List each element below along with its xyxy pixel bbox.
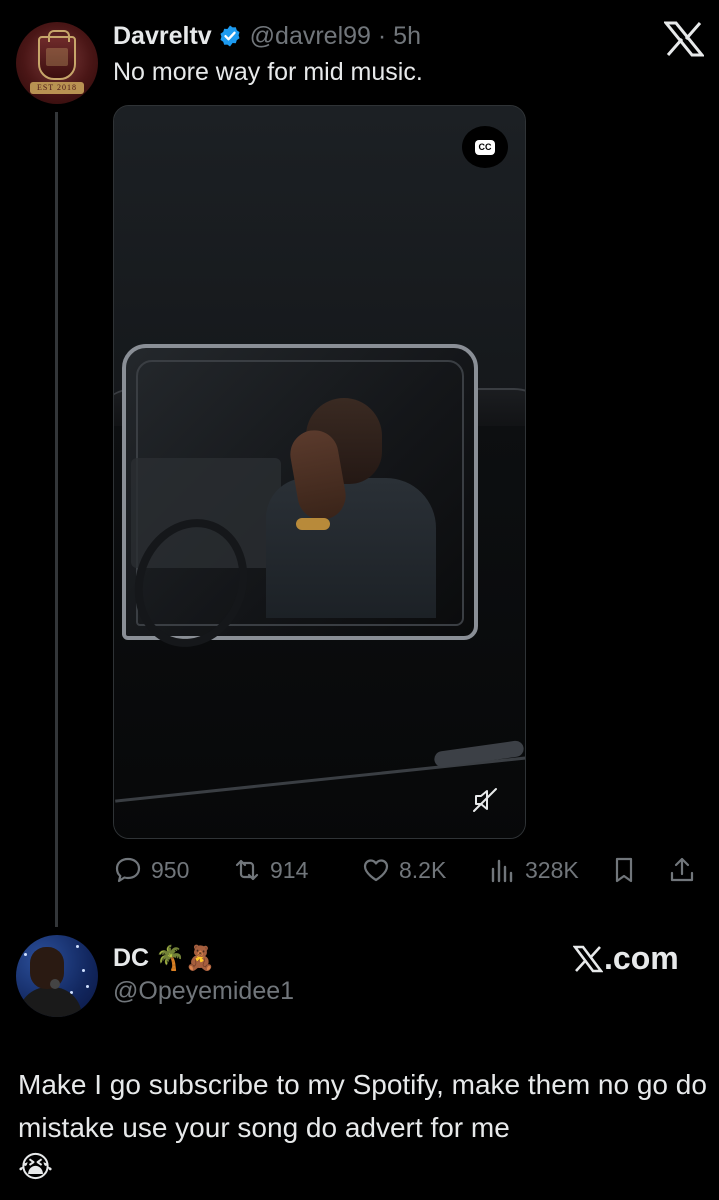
reply-author-avatar[interactable] [16,935,98,1017]
reply-author-handle[interactable]: @Opeyemidee1 [113,977,294,1006]
author-name[interactable]: Davreltv [113,22,212,51]
captions-button[interactable]: CC [462,126,508,168]
heart-icon [363,859,389,882]
repost-count: 914 [270,856,309,883]
cc-icon: CC [475,139,495,155]
reply-count: 950 [151,856,190,883]
reply-author-emojis: 🌴🧸 [155,944,215,972]
tweet-header: Davreltv @davrel99 · 5h [113,20,421,52]
reply-bubble-icon [115,857,141,883]
share-button[interactable] [667,852,705,888]
verified-badge-icon [220,25,240,47]
views-button[interactable]: 328K [487,852,579,888]
x-letter-logo-icon [573,945,603,972]
tweet-text: No more way for mid music. [113,58,423,86]
bookmark-icon [615,857,633,883]
microphone-icon [50,979,60,989]
author-handle-time[interactable]: @davrel99 · 5h [250,22,421,51]
tweet-action-bar: 950 914 8.2K 328K [113,852,703,888]
x-com-watermark: .com [573,940,679,977]
thread-connector-line [55,112,58,927]
like-count: 8.2K [399,856,447,883]
like-button[interactable]: 8.2K [361,852,446,888]
video-person-body [266,478,436,618]
davreltv-avatar[interactable]: EST 2018 [16,22,98,104]
video-player[interactable] [113,105,526,839]
crying-face-emoji: 😭 [18,1150,54,1185]
share-upload-icon [670,857,694,882]
reply-button[interactable]: 950 [113,852,189,888]
reply-author-name[interactable]: DC [113,944,149,973]
video-car-window [117,344,478,663]
watermark-text: .com [604,940,679,976]
avatar-banner-text: EST 2018 [36,83,78,92]
repost-icon [235,859,259,881]
muted-speaker-icon[interactable] [470,785,500,815]
bookmark-button[interactable] [609,852,647,888]
crest-icon [38,30,76,80]
repost-button[interactable]: 914 [232,852,308,888]
video-wristwatch [296,518,330,530]
x-logo-icon[interactable] [664,21,704,57]
views-bar-chart-icon [491,859,513,883]
reply-text: Make I go subscribe to my Spotify, make … [18,1069,707,1143]
reply-author-header: DC 🌴🧸 [113,943,215,973]
view-count: 328K [525,856,579,883]
